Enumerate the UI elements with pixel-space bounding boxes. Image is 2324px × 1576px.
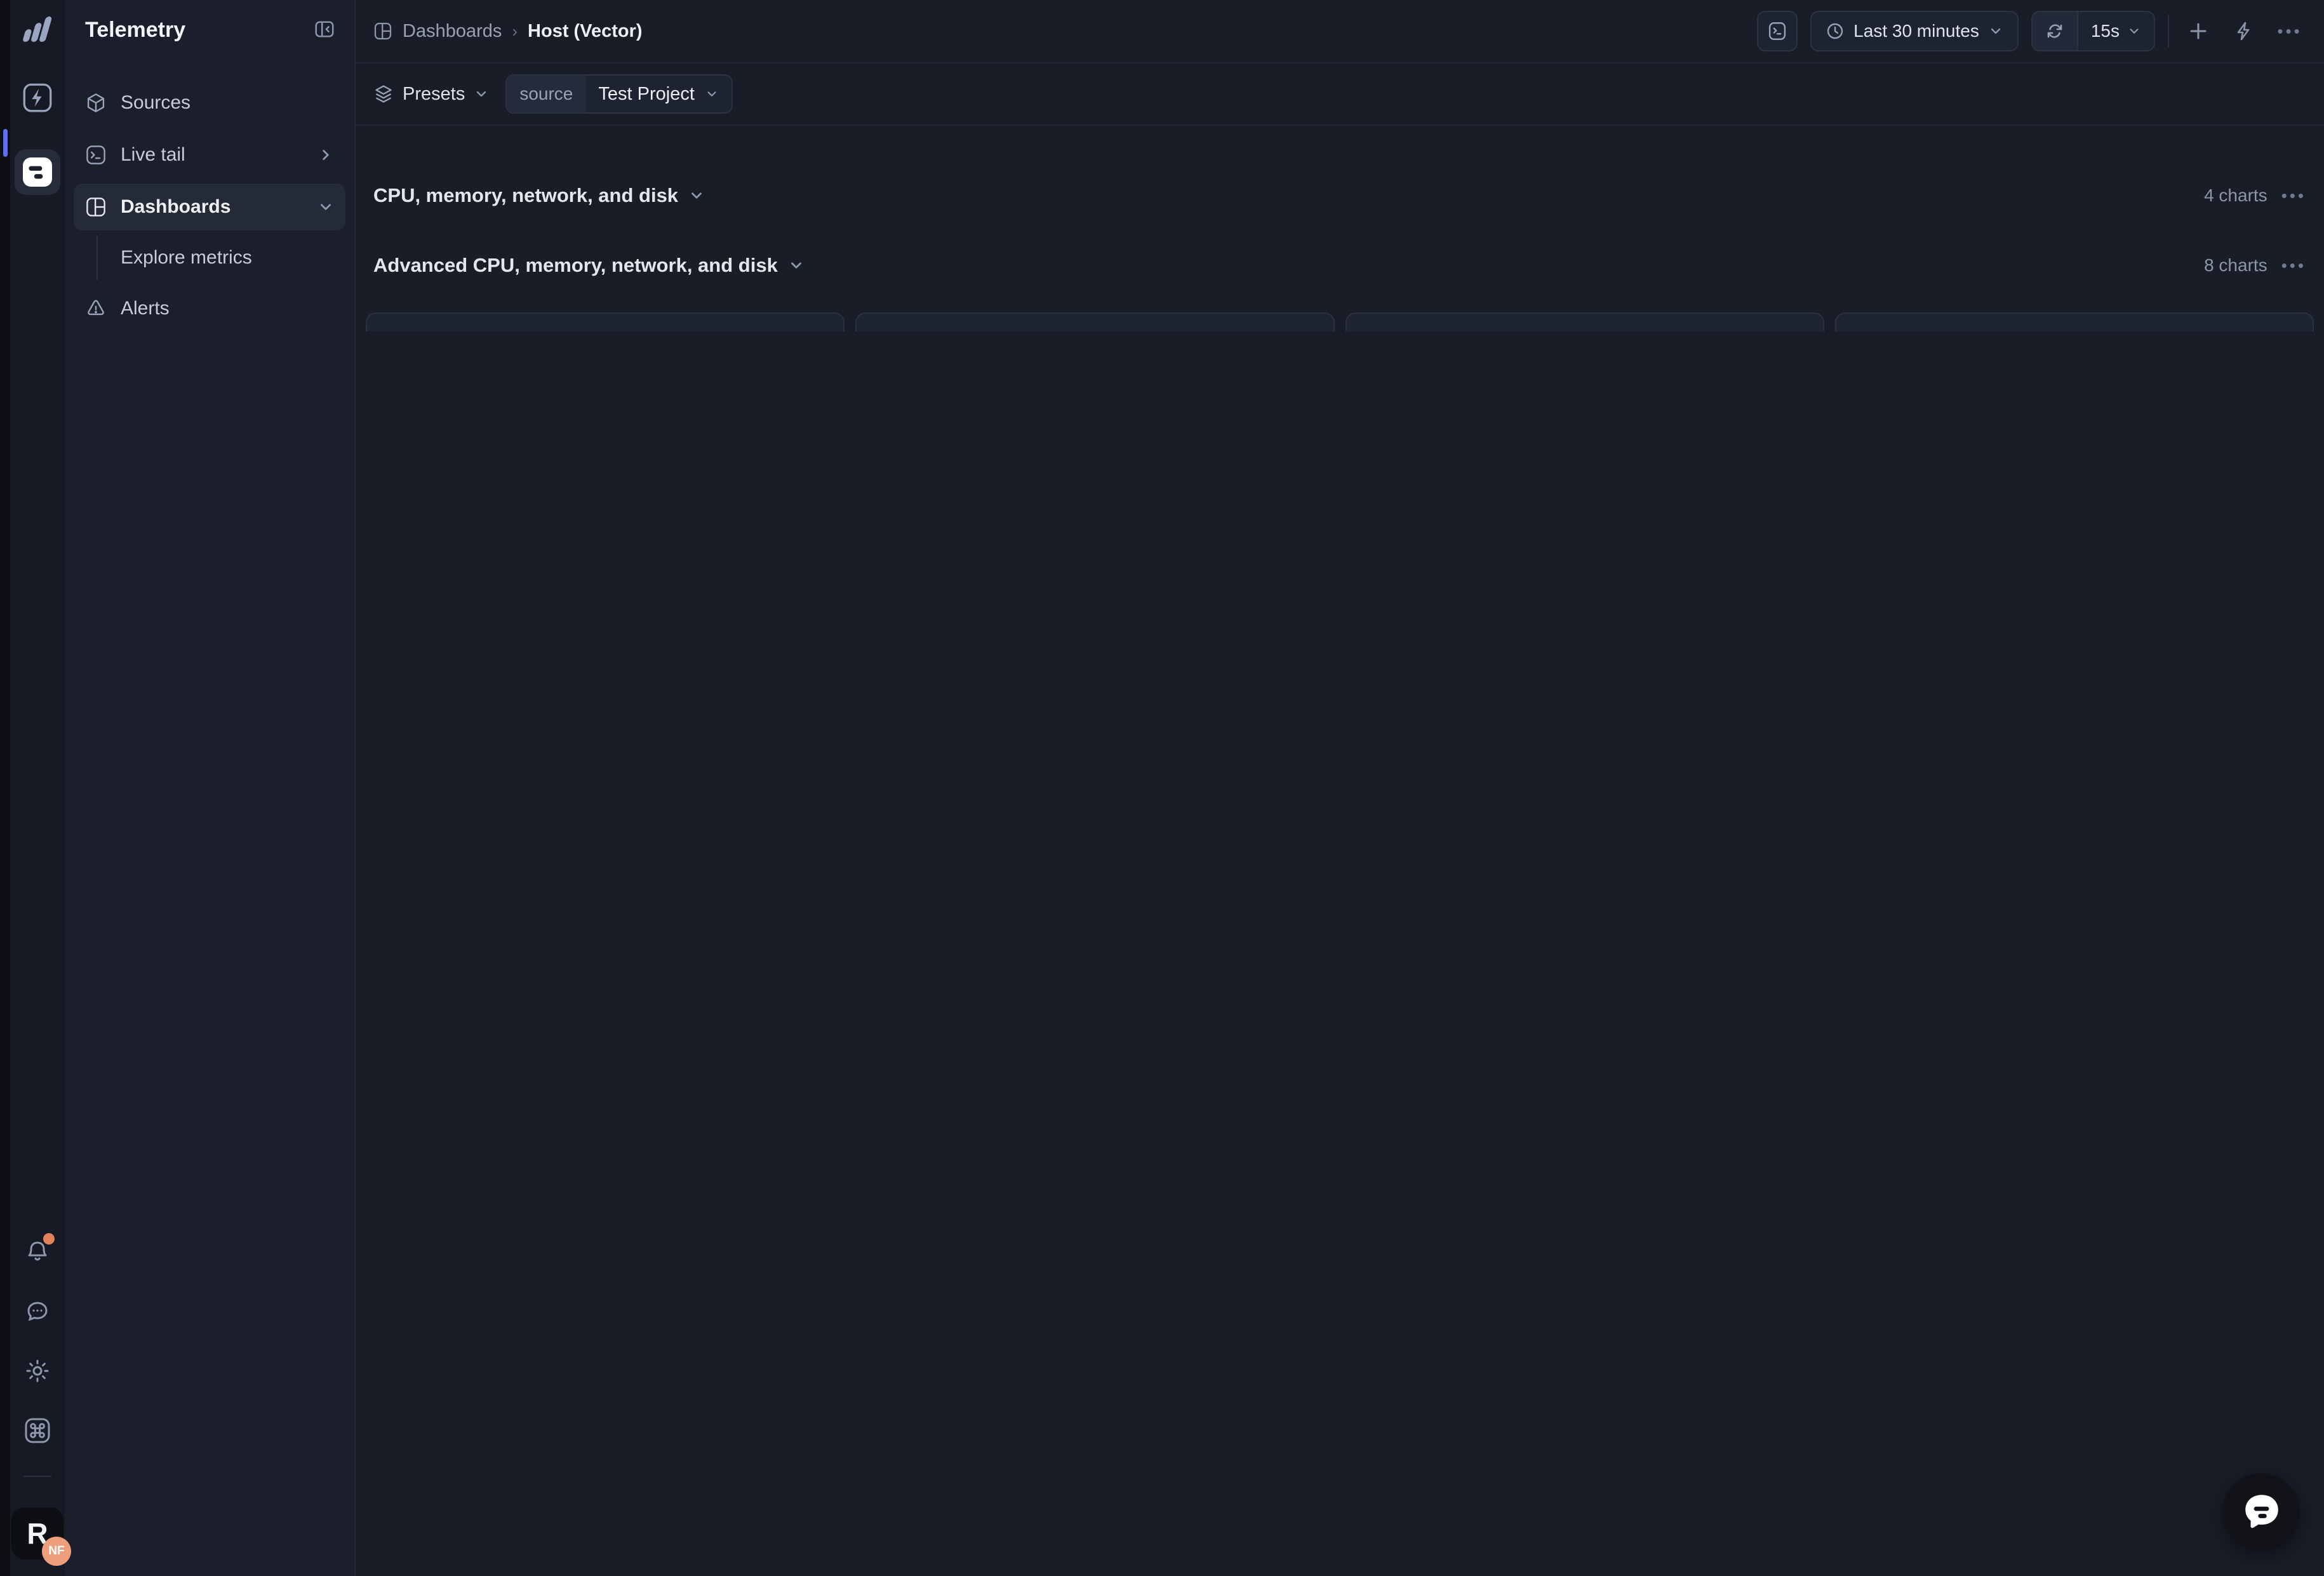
section-menu-button[interactable]: ••• <box>2281 186 2306 206</box>
sidebar-item-label: Dashboards <box>121 196 230 218</box>
chevron-right-icon <box>317 147 334 163</box>
chevron-down-icon <box>317 199 334 215</box>
presets-label: Presets <box>403 84 465 105</box>
theme-sun-icon[interactable] <box>23 1356 52 1386</box>
dashboards-grid-icon <box>85 196 107 218</box>
section-chart-count: 4 charts <box>2204 185 2267 206</box>
sidebar-collapse-icon[interactable] <box>314 18 335 42</box>
feedback-chat-icon[interactable] <box>23 1297 52 1326</box>
command-shortcuts-icon[interactable] <box>23 1416 52 1445</box>
notifications-bell-icon[interactable] <box>23 1237 52 1266</box>
sidebar-item-label: Sources <box>121 92 190 114</box>
rail-divider <box>23 1476 51 1477</box>
section-header-1: CPU, memory, network, and disk 4 charts … <box>366 163 2314 229</box>
clock-icon <box>1826 22 1845 41</box>
terminal-icon <box>85 144 107 166</box>
breadcrumb: Dashboards › Host (Vector) <box>373 21 643 42</box>
brand-logo-icon <box>21 15 54 46</box>
chevron-down-icon <box>474 86 489 102</box>
refresh-interval-select[interactable]: 15s <box>2078 12 2154 50</box>
sidebar-item-label: Explore metrics <box>121 247 252 269</box>
active-rail-indicator <box>3 129 8 157</box>
sidebar-item-explore-metrics[interactable]: Explore metrics <box>97 236 345 280</box>
window-edge <box>0 0 10 1576</box>
source-filter[interactable]: source Test Project <box>505 74 733 114</box>
cube-icon <box>85 92 107 114</box>
section-header-2: Advanced CPU, memory, network, and disk … <box>366 232 2314 298</box>
topbar: Dashboards › Host (Vector) Last 30 minut… <box>356 0 2324 63</box>
sidebar-item-alerts[interactable]: Alerts <box>74 285 345 332</box>
sidebar-title: Telemetry <box>85 18 185 43</box>
next-row-preview <box>366 312 2314 331</box>
support-chat-fab[interactable] <box>2222 1473 2300 1551</box>
user-avatar[interactable]: R NF <box>11 1507 63 1559</box>
icon-rail: R NF <box>10 0 65 1576</box>
section-menu-button[interactable]: ••• <box>2281 256 2306 276</box>
refresh-control: 15s <box>2031 11 2155 51</box>
refresh-button[interactable] <box>2033 12 2078 50</box>
app-root: R NF Telemetry Sources Live tai <box>0 0 2324 1576</box>
toolbar-divider <box>2168 15 2169 48</box>
avatar-badge: NF <box>42 1537 71 1566</box>
telemetry-nav-icon[interactable] <box>15 149 60 195</box>
sidebar-item-sources[interactable]: Sources <box>74 79 345 126</box>
chevron-down-icon <box>1988 23 2003 39</box>
layers-icon <box>373 84 394 104</box>
sidebar-nav: Sources Live tail Dashboards <box>74 79 345 332</box>
sidebar-item-label: Alerts <box>121 298 170 319</box>
sidebar-item-label: Live tail <box>121 144 185 166</box>
bolt-nav-icon[interactable] <box>19 79 56 116</box>
add-panel-button[interactable] <box>2182 15 2215 48</box>
partial-card <box>1835 312 2314 331</box>
chevron-down-icon <box>705 87 719 101</box>
sidebar-item-dashboards[interactable]: Dashboards <box>74 184 345 230</box>
time-range-picker[interactable]: Last 30 minutes <box>1810 11 2019 51</box>
chevron-down-icon <box>2127 24 2141 38</box>
partial-card <box>366 312 845 331</box>
partial-card <box>855 312 1334 331</box>
dashboards-grid-icon <box>373 22 392 41</box>
chevron-down-icon[interactable] <box>688 187 705 204</box>
source-filter-value: Test Project <box>598 84 695 105</box>
presets-dropdown[interactable]: Presets <box>373 84 489 105</box>
alert-triangle-icon <box>85 298 107 319</box>
source-filter-key: source <box>507 76 585 112</box>
section-title: Advanced CPU, memory, network, and disk <box>373 254 778 277</box>
refresh-interval-value: 15s <box>2091 21 2120 41</box>
sidebar-item-live-tail[interactable]: Live tail <box>74 131 345 178</box>
sidebar: Telemetry Sources Live tail <box>65 0 356 1576</box>
filters-toolbar: Presets source Test Project <box>356 63 2324 126</box>
notification-dot <box>43 1233 55 1245</box>
section-chart-count: 8 charts <box>2204 255 2267 276</box>
chevron-down-icon[interactable] <box>788 257 805 274</box>
time-range-label: Last 30 minutes <box>1853 21 1979 41</box>
breadcrumb-current: Host (Vector) <box>528 21 642 42</box>
section-title: CPU, memory, network, and disk <box>373 184 678 207</box>
kiosk-mode-button[interactable] <box>1757 11 1798 51</box>
breadcrumb-dashboards[interactable]: Dashboards <box>403 21 502 42</box>
dashboard-content: CPU, memory, network, and disk 4 charts … <box>356 126 2324 1576</box>
bolt-actions-button[interactable] <box>2227 15 2261 48</box>
chevron-right-icon: › <box>512 22 518 41</box>
main-area: Dashboards › Host (Vector) Last 30 minut… <box>356 0 2324 1576</box>
more-options-button[interactable]: ••• <box>2273 15 2306 48</box>
partial-card <box>1346 312 1824 331</box>
